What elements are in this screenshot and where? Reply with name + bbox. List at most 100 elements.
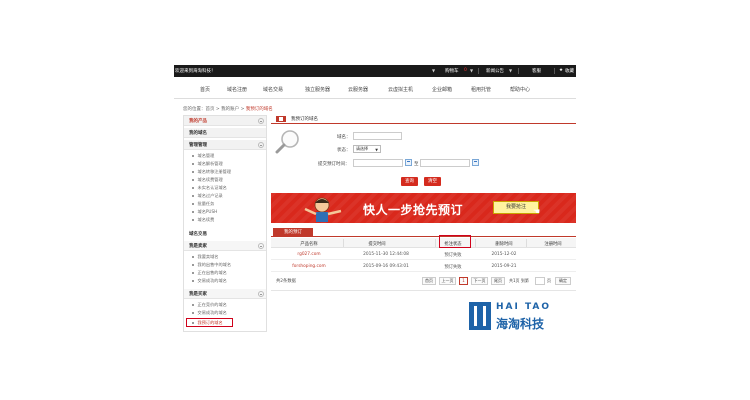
mascot-icon bbox=[304, 197, 342, 222]
status-cell: 预订失败 bbox=[444, 253, 462, 258]
sidebar-item[interactable]: 域名续费管理 bbox=[192, 177, 223, 183]
divider bbox=[554, 68, 555, 74]
pager-prev[interactable]: 上一页 bbox=[439, 277, 456, 285]
divider bbox=[343, 239, 344, 247]
end-date-input[interactable] bbox=[420, 159, 470, 167]
status-select[interactable]: 请选择 ▼ bbox=[353, 145, 381, 153]
sidebar-item[interactable]: 正在竞价的域名 bbox=[192, 302, 227, 308]
sidebar-item[interactable]: 正在出售的域名 bbox=[192, 270, 227, 276]
page-unit: 页 bbox=[547, 278, 551, 283]
submit-time: 2015-11-30 12:44:08 bbox=[363, 252, 409, 257]
tab-bar: 我的预订 bbox=[271, 228, 576, 237]
column-header[interactable]: 删除时间 bbox=[486, 241, 522, 247]
breadcrumb-home[interactable]: 首页 bbox=[206, 107, 215, 112]
watermark-cn: 海淘科技 bbox=[496, 317, 545, 331]
nav-item-cloud-server[interactable]: 云服务器 bbox=[348, 86, 368, 93]
bullet-icon bbox=[192, 304, 194, 306]
sidebar-item[interactable]: 我要卖域名 bbox=[192, 254, 218, 260]
page-number-input[interactable] bbox=[535, 277, 545, 285]
collapse-icon[interactable] bbox=[258, 117, 264, 124]
favorite-link[interactable]: 收藏 bbox=[565, 68, 574, 74]
nav-item-hosting[interactable]: 租用托管 bbox=[471, 86, 491, 93]
nav-item-help[interactable]: 帮助中心 bbox=[510, 86, 530, 93]
dropdown-icon: ▼ bbox=[432, 68, 436, 73]
pager-last[interactable]: 尾页 bbox=[491, 277, 505, 285]
nav-item-domain-trade[interactable]: 域名交易 bbox=[263, 86, 283, 93]
main-nav: 首页 域名注册 域名交易 独立服务器 云服务器 云虚拟主机 企业邮箱 租用托管 … bbox=[174, 82, 576, 98]
breadcrumb: 您的位置：首页 > 我的账户 > 我预订的域名 bbox=[183, 107, 273, 112]
calendar-icon[interactable] bbox=[472, 159, 479, 166]
sidebar-item[interactable]: 域名PUSH bbox=[192, 209, 217, 215]
sidebar-item[interactable]: 未实名认证域名 bbox=[192, 185, 227, 191]
domain-link[interactable]: forshoping.com bbox=[285, 264, 333, 269]
banner-headline: 快人一步抢先预订 bbox=[363, 203, 464, 217]
sidebar-item[interactable]: 交易成功的域名 bbox=[192, 310, 227, 316]
sidebar-group-domain-trade: 域名交易 bbox=[189, 232, 207, 237]
breadcrumb-account[interactable]: 我的账户 bbox=[221, 107, 239, 112]
nav-item-home[interactable]: 首页 bbox=[200, 86, 210, 93]
collapse-icon[interactable] bbox=[258, 290, 264, 297]
nav-item-dedicated-server[interactable]: 独立服务器 bbox=[305, 86, 330, 93]
bullet-icon bbox=[192, 163, 194, 165]
sidebar-item[interactable]: 域名解析管理 bbox=[192, 161, 223, 167]
sidebar-section-label: 我是买家 bbox=[189, 292, 207, 297]
start-date-input[interactable] bbox=[353, 159, 403, 167]
main-header: 我预订的域名 bbox=[271, 115, 576, 124]
bullet-icon bbox=[192, 155, 194, 157]
pager-page-1[interactable]: 1 bbox=[459, 277, 468, 285]
collapse-icon[interactable] bbox=[258, 242, 264, 249]
bullet-icon bbox=[192, 312, 194, 314]
nav-item-cloud-host[interactable]: 云虚拟主机 bbox=[388, 86, 413, 93]
submit-time: 2015-09-16 09:43:01 bbox=[363, 264, 409, 269]
divider bbox=[271, 290, 576, 291]
news-link[interactable]: 新闻公告 bbox=[486, 68, 504, 74]
dropdown-icon: ▼ bbox=[470, 68, 474, 73]
breadcrumb-prefix: 您的位置： bbox=[183, 107, 206, 112]
sidebar-section-domain-manage[interactable]: 管理管理 bbox=[184, 140, 266, 150]
sidebar-section-seller[interactable]: 我是卖家 bbox=[184, 241, 266, 251]
watermark-logo: HAI TAO 海淘科技 bbox=[469, 302, 576, 332]
sidebar-item[interactable]: 域名续费 bbox=[192, 217, 214, 223]
clear-button[interactable]: 清空 bbox=[424, 177, 441, 186]
sidebar-item[interactable]: 交易成功的域名 bbox=[192, 278, 227, 284]
sidebar-item[interactable]: 域名转移注册管理 bbox=[192, 169, 231, 175]
column-header[interactable]: 提交时间 bbox=[357, 241, 397, 247]
domain-label: 域名： bbox=[337, 135, 351, 140]
sidebar-header[interactable]: 我的产品 bbox=[184, 116, 266, 126]
table-row: rg027.com 2015-11-30 12:44:08 预订失败 2015-… bbox=[271, 249, 576, 260]
pager-next[interactable]: 下一页 bbox=[471, 277, 488, 285]
service-link[interactable]: 客服 bbox=[532, 68, 541, 74]
domain-input[interactable] bbox=[353, 132, 402, 140]
column-header[interactable]: 注册时间 bbox=[535, 241, 571, 247]
sidebar-item[interactable]: 域名过户记录 bbox=[192, 193, 223, 199]
pager-first[interactable]: 首页 bbox=[422, 277, 436, 285]
delete-time: 2015-09-21 bbox=[491, 264, 517, 269]
sidebar-item[interactable]: 批量任务 bbox=[192, 201, 214, 207]
chevron-down-icon: ▼ bbox=[375, 148, 378, 152]
bullet-icon bbox=[192, 211, 194, 213]
domain-link[interactable]: rg027.com bbox=[289, 252, 329, 257]
promo-banner[interactable]: 快人一步抢先预订 我要抢注 ☚ bbox=[271, 193, 576, 223]
column-header[interactable]: 产品名称 bbox=[289, 241, 329, 247]
date-separator: 至 bbox=[414, 162, 419, 167]
magnifier-icon bbox=[275, 130, 299, 154]
sidebar-section-label: 管理管理 bbox=[189, 143, 207, 148]
sidebar-item[interactable]: 域名管理 bbox=[192, 153, 214, 159]
cart-link[interactable]: 购物车 bbox=[445, 68, 459, 74]
sidebar-section-buyer[interactable]: 我是买家 bbox=[184, 289, 266, 299]
status-label: 状态： bbox=[337, 148, 351, 153]
calendar-icon[interactable] bbox=[405, 159, 412, 166]
favorite-icon[interactable]: ★ bbox=[559, 68, 563, 73]
go-button[interactable]: 确定 bbox=[555, 277, 571, 285]
tab-my-orders[interactable]: 我的预订 bbox=[273, 228, 313, 237]
search-button[interactable]: 查询 bbox=[401, 177, 418, 186]
nav-item-enterprise-mail[interactable]: 企业邮箱 bbox=[432, 86, 452, 93]
divider bbox=[475, 239, 476, 247]
sidebar-item[interactable]: 我的出售中的域名 bbox=[192, 262, 231, 268]
pager-total-pages: 共1页 到第 bbox=[509, 278, 529, 283]
status-cell: 预订失败 bbox=[444, 265, 462, 270]
sidebar-section-my-domains[interactable]: 我的域名 bbox=[184, 128, 266, 138]
page-title: 我预订的域名 bbox=[291, 117, 318, 122]
collapse-icon[interactable] bbox=[258, 141, 264, 148]
nav-item-domain-register[interactable]: 域名注册 bbox=[227, 86, 247, 93]
